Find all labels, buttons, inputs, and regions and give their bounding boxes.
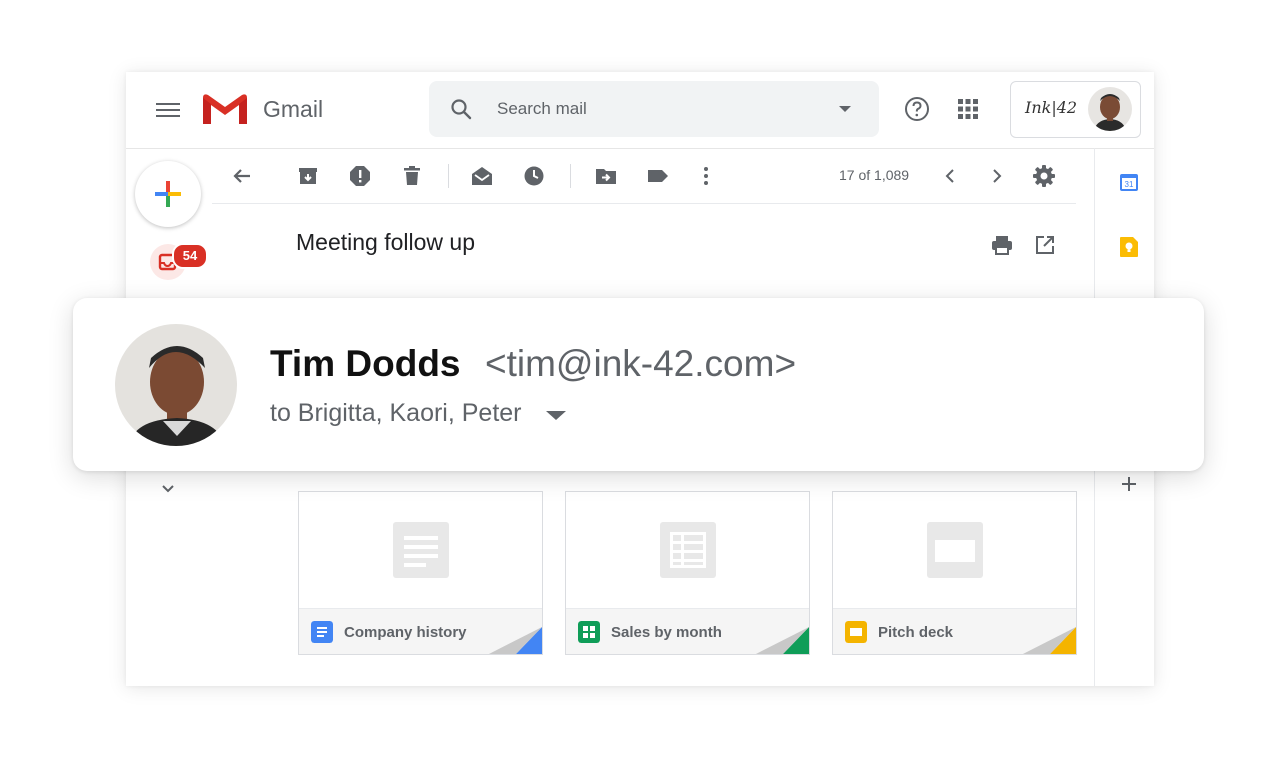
file-corner-fold — [755, 627, 809, 654]
google-keep-icon[interactable] — [1119, 236, 1139, 258]
attachment-footer: Sales by month — [566, 608, 809, 654]
previous-page-icon[interactable] — [938, 164, 962, 188]
search-input[interactable]: Search mail — [497, 99, 587, 119]
app-name: Gmail — [263, 96, 324, 122]
attachment-footer: Company history — [299, 608, 542, 654]
sender-email: <tim@ink-42.com> — [485, 343, 797, 384]
document-preview-icon — [393, 522, 449, 578]
attachment-name: Sales by month — [611, 624, 722, 641]
show-details-caret-icon[interactable] — [546, 411, 566, 420]
snooze-clock-icon[interactable] — [522, 164, 546, 188]
more-options-icon[interactable] — [694, 164, 718, 188]
spreadsheet-preview-icon — [660, 522, 716, 578]
attachment-footer: Pitch deck — [833, 608, 1076, 654]
attachment-name: Pitch deck — [878, 624, 954, 641]
sender-name: Tim Dodds — [270, 343, 461, 384]
open-in-new-window-icon[interactable] — [1033, 233, 1057, 257]
file-corner-fold — [488, 627, 542, 654]
apps-grid-icon[interactable] — [957, 98, 979, 120]
attachment-thumbnail — [299, 492, 542, 608]
report-spam-icon[interactable] — [348, 164, 372, 188]
next-page-icon[interactable] — [985, 164, 1009, 188]
sender-details-card: Tim Dodds <tim@ink-42.com> to Brigitta, … — [73, 298, 1204, 471]
toolbar-divider — [448, 164, 449, 188]
label-tag-icon[interactable] — [646, 164, 670, 188]
attachment-card-sheets[interactable]: Sales by month — [565, 491, 810, 655]
toolbar-divider — [570, 164, 571, 188]
gmail-logo-icon[interactable] — [202, 92, 248, 126]
search-icon[interactable] — [449, 97, 473, 121]
attachment-thumbnail — [833, 492, 1076, 608]
pagination-count: 17 of 1,089 — [839, 167, 910, 183]
search-options-caret-icon[interactable] — [839, 106, 851, 112]
attachment-thumbnail — [566, 492, 809, 608]
delete-trash-icon[interactable] — [400, 164, 424, 188]
back-arrow-icon[interactable] — [230, 164, 254, 188]
plus-icon — [155, 181, 181, 207]
compose-button[interactable] — [135, 161, 201, 227]
unread-count-badge: 54 — [172, 243, 208, 269]
file-corner-fold — [1022, 627, 1076, 654]
settings-gear-icon[interactable] — [1032, 164, 1056, 188]
google-slides-icon — [845, 621, 867, 643]
attachment-card-slides[interactable]: Pitch deck — [832, 491, 1077, 655]
print-icon[interactable] — [990, 233, 1014, 257]
email-subject: Meeting follow up — [296, 229, 475, 255]
mark-as-unread-icon[interactable] — [470, 164, 494, 188]
top-bar: Gmail Search mail Ink|42 — [126, 72, 1154, 149]
recipients-list: to Brigitta, Kaori, Peter — [270, 399, 522, 427]
sender-avatar[interactable] — [115, 324, 237, 446]
expand-more-icon[interactable] — [159, 480, 177, 498]
message-toolbar: 17 of 1,089 — [212, 148, 1076, 204]
move-to-folder-icon[interactable] — [594, 164, 618, 188]
google-docs-icon — [311, 621, 333, 643]
presentation-preview-icon — [927, 522, 983, 578]
google-calendar-icon[interactable]: 31 — [1119, 172, 1139, 192]
svg-text:31: 31 — [1125, 180, 1134, 189]
account-avatar[interactable] — [1088, 87, 1132, 131]
account-switcher[interactable]: Ink|42 — [1010, 81, 1141, 138]
help-icon[interactable] — [904, 96, 930, 122]
archive-icon[interactable] — [296, 164, 320, 188]
attachment-name: Company history — [344, 624, 467, 641]
get-add-ons-plus-icon[interactable] — [1119, 474, 1139, 494]
search-bar[interactable]: Search mail — [429, 81, 879, 137]
attachment-card-docs[interactable]: Company history — [298, 491, 543, 655]
main-menu-icon[interactable] — [156, 100, 180, 120]
google-sheets-icon — [578, 621, 600, 643]
organization-logo: Ink|42 — [1025, 98, 1078, 117]
